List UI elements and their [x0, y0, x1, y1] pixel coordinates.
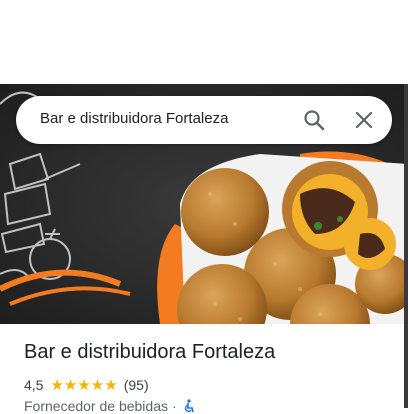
search-bar[interactable]: Bar e distribuidora Fortaleza	[16, 96, 392, 144]
search-icon[interactable]	[302, 108, 326, 132]
accessible-icon	[184, 399, 194, 413]
separator: ·	[172, 398, 177, 414]
close-icon[interactable]	[352, 108, 376, 132]
place-title: Bar e distribuidora Fortaleza	[24, 341, 276, 363]
review-count[interactable]: (95)	[124, 377, 149, 393]
top-blank-area	[0, 0, 408, 84]
rating-stars: ★★★★★	[50, 377, 118, 394]
category-row: Fornecedor de bebidas ·	[24, 398, 195, 414]
search-input[interactable]: Bar e distribuidora Fortaleza	[40, 110, 228, 127]
place-category[interactable]: Fornecedor de bebidas	[24, 398, 168, 414]
rating-value: 4,5	[24, 377, 44, 393]
rating-row[interactable]: 4,5 ★★★★★ (95)	[24, 376, 149, 394]
scrollbar[interactable]	[404, 84, 408, 408]
